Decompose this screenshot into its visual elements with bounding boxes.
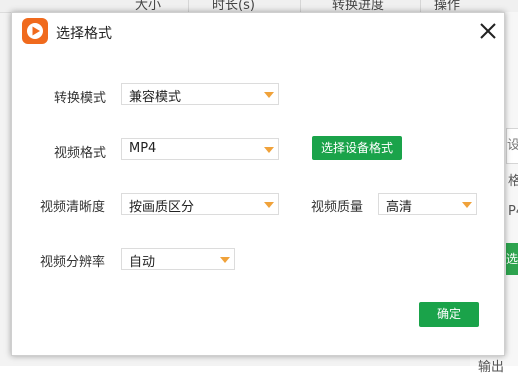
convert-mode-label: 转换模式 xyxy=(54,91,107,106)
dialog-title: 选择格式 xyxy=(56,26,112,42)
header-separator xyxy=(188,0,189,12)
dialog-title-bar: 选择格式 xyxy=(12,13,504,51)
video-clarity-label: 视频清晰度 xyxy=(40,200,106,215)
background-input-fragment: 设 xyxy=(506,128,518,164)
chevron-down-icon xyxy=(462,202,472,208)
background-text-fragment: P4 xyxy=(508,204,518,219)
chevron-down-icon xyxy=(264,202,274,208)
video-format-value: MP4 xyxy=(129,141,157,156)
video-quality-value: 高清 xyxy=(386,200,413,215)
video-clarity-select[interactable]: 按画质区分 xyxy=(121,193,279,215)
close-icon xyxy=(480,23,496,39)
video-resolution-select[interactable]: 自动 xyxy=(121,248,235,270)
chevron-down-icon xyxy=(220,257,230,263)
close-button[interactable] xyxy=(477,20,499,42)
video-converter-logo xyxy=(22,18,48,44)
header-separator xyxy=(420,0,421,12)
video-quality-label: 视频质量 xyxy=(311,200,364,215)
confirm-button[interactable]: 确定 xyxy=(419,302,479,327)
background-text-fragment: 格 xyxy=(508,174,518,189)
chevron-down-icon xyxy=(264,92,274,98)
chevron-down-icon xyxy=(264,147,274,153)
select-format-dialog: 选择格式 转换模式 兼容模式 视频格式 MP4 选择设备格式 视频清晰度 按画质… xyxy=(11,12,505,356)
select-device-format-button[interactable]: 选择设备格式 xyxy=(312,136,402,160)
video-clarity-value: 按画质区分 xyxy=(129,200,195,215)
video-quality-select[interactable]: 高清 xyxy=(378,193,477,215)
background-button-fragment: 选 xyxy=(506,243,518,275)
header-separator xyxy=(300,0,301,12)
video-resolution-label: 视频分辨率 xyxy=(40,255,106,270)
video-format-label: 视频格式 xyxy=(54,146,107,161)
video-resolution-value: 自动 xyxy=(129,255,156,270)
convert-mode-value: 兼容模式 xyxy=(129,90,182,105)
video-format-select[interactable]: MP4 xyxy=(121,138,279,160)
convert-mode-select[interactable]: 兼容模式 xyxy=(121,83,279,105)
